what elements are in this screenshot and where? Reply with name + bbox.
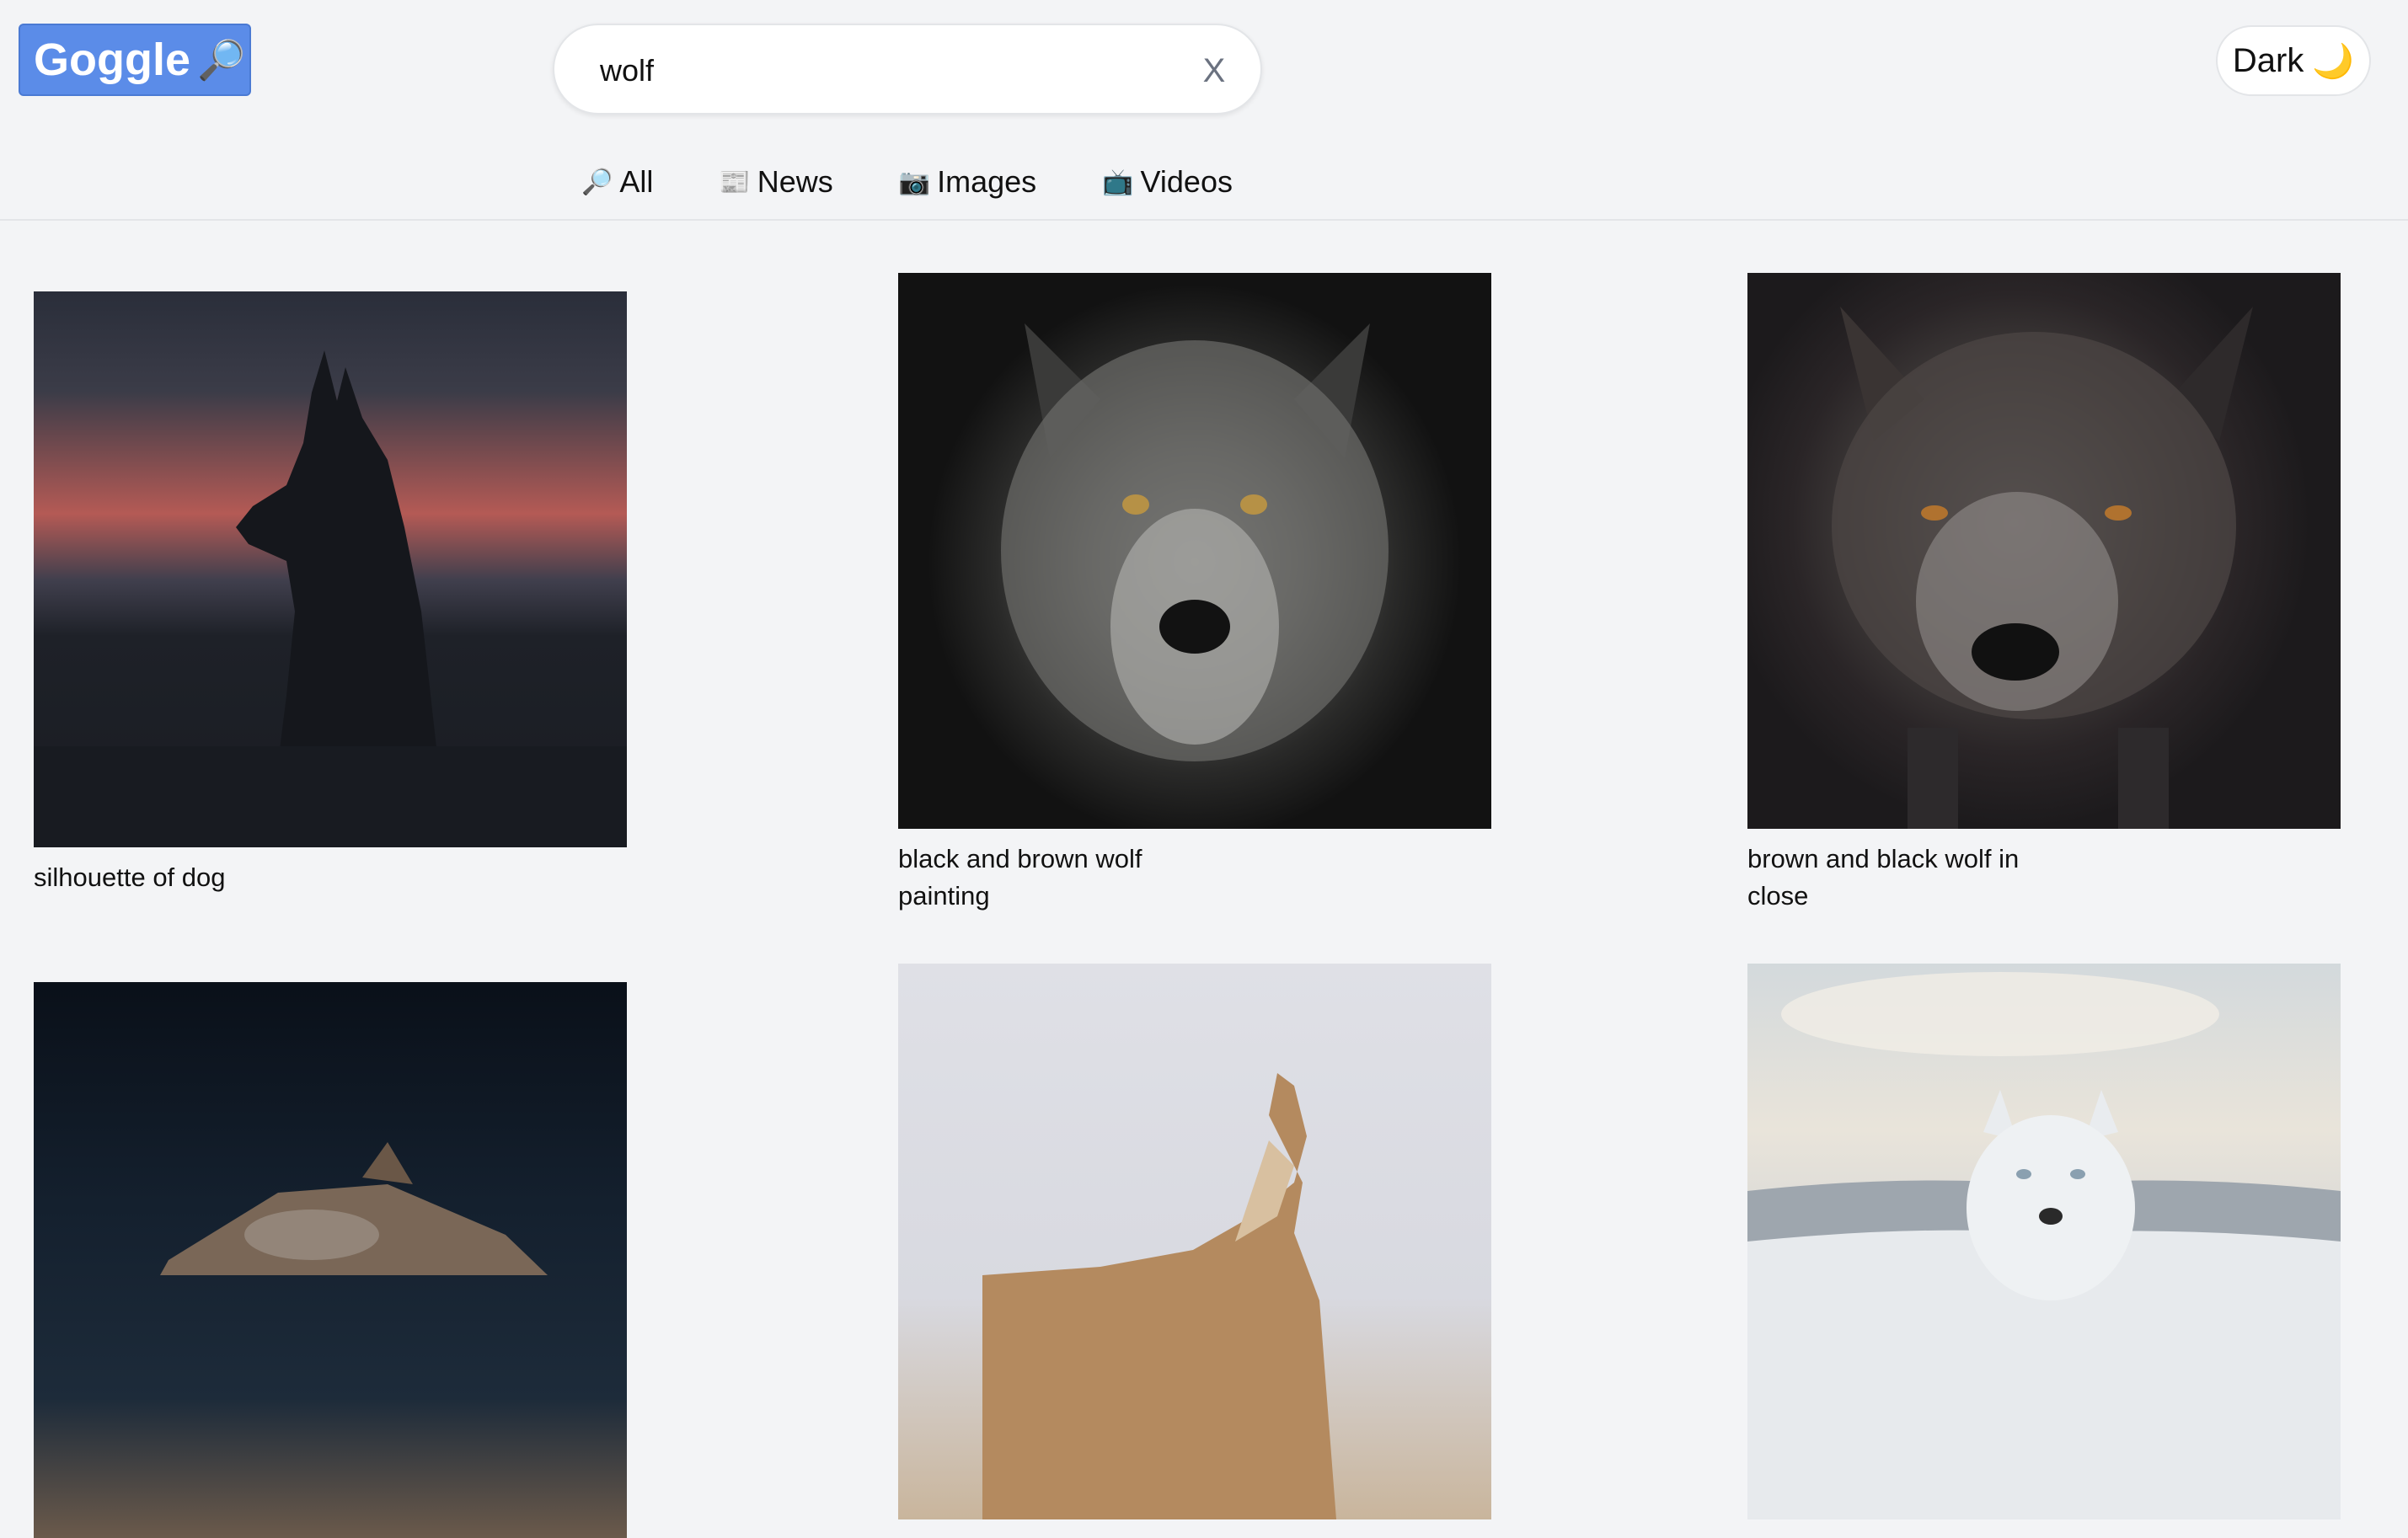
result-image-wolf-lying[interactable]: [34, 982, 627, 1538]
wolf-howling-graphic: [982, 1073, 1336, 1519]
image-result[interactable]: [898, 964, 1491, 1519]
tab-label: All: [619, 164, 654, 199]
logo[interactable]: Goggle 🔎: [19, 24, 251, 96]
tab-label: Images: [937, 164, 1037, 199]
tab-label: News: [757, 164, 833, 199]
result-image-white-wolf[interactable]: [1747, 964, 2341, 1519]
magnifier-icon: 🔎: [581, 168, 613, 196]
tab-label: Videos: [1140, 164, 1233, 199]
image-result[interactable]: [34, 982, 627, 1538]
moon-icon: 🌙: [2312, 42, 2355, 80]
tab-videos[interactable]: 📺 Videos: [1102, 157, 1233, 207]
wolf-close-graphic: [1832, 307, 2253, 829]
tab-images[interactable]: 📷 Images: [899, 157, 1036, 207]
image-result[interactable]: black and brown wolf painting: [898, 273, 1491, 915]
tab-news[interactable]: 📰 News: [719, 157, 832, 207]
image-result[interactable]: brown and black wolf in close: [1747, 273, 2341, 915]
result-image-wolf-face[interactable]: [898, 273, 1491, 829]
search-bar: X: [553, 24, 1262, 115]
image-result[interactable]: [1747, 964, 2341, 1519]
image-result[interactable]: silhouette of dog: [34, 291, 627, 896]
search-tabs: 🔎 All 📰 News 📷 Images 📺 Videos: [581, 157, 1233, 207]
result-image-wolf-close[interactable]: [1747, 273, 2341, 829]
dog-silhouette-graphic: [34, 350, 627, 847]
television-icon: 📺: [1102, 168, 1134, 196]
magnifier-icon: 🔎: [197, 37, 246, 82]
white-wolf-graphic: [1747, 972, 2341, 1519]
result-caption: black and brown wolf painting: [898, 844, 1142, 911]
result-caption: silhouette of dog: [34, 862, 226, 892]
camera-icon: 📷: [898, 168, 931, 196]
tab-all[interactable]: 🔎 All: [581, 157, 653, 207]
dark-mode-toggle[interactable]: Dark 🌙: [2216, 25, 2371, 96]
result-image-wolf-howling[interactable]: [898, 964, 1491, 1519]
search-input[interactable]: [598, 44, 1175, 98]
newspaper-icon: 📰: [719, 168, 751, 196]
clear-search-button[interactable]: X: [1193, 45, 1235, 96]
wolf-lying-graphic: [160, 1142, 548, 1275]
logo-text: Goggle: [34, 35, 190, 85]
result-caption: brown and black wolf in close: [1747, 844, 2020, 911]
wolf-face-graphic: [1001, 323, 1389, 761]
result-image-silhouette-dog[interactable]: [34, 291, 627, 847]
header: Goggle 🔎 X Dark 🌙 🔎 All 📰 News 📷 Images …: [0, 0, 2408, 221]
dark-mode-label: Dark: [2232, 41, 2304, 79]
